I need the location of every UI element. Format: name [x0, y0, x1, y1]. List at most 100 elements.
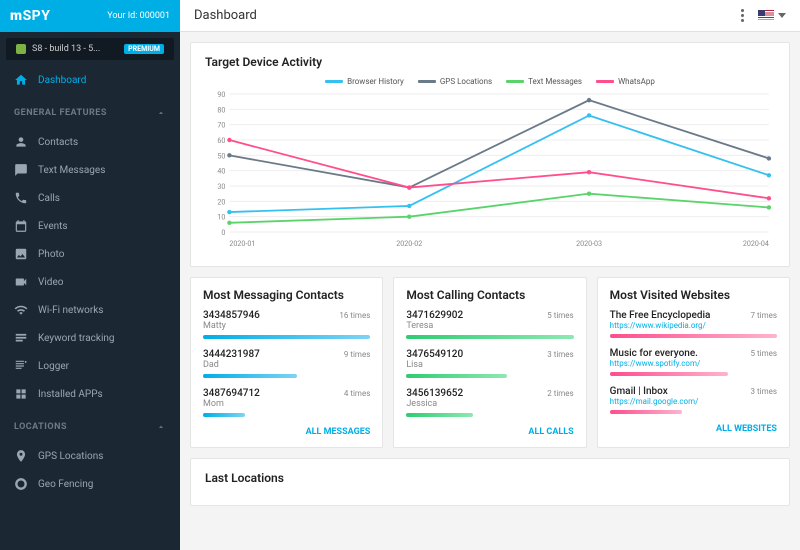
entry-sub: Dad: [203, 360, 260, 370]
entry-main: Gmail | Inbox: [610, 386, 699, 397]
card-target-activity: Target Device Activity Browser HistoryGP…: [190, 42, 790, 267]
chart-wrap: Browser HistoryGPS LocationsText Message…: [205, 77, 775, 254]
activity-chart: 01020304050607080902020-012020-022020-03…: [205, 90, 775, 250]
more-menu-button[interactable]: [737, 5, 748, 26]
svg-text:40: 40: [217, 167, 225, 176]
wi-fi-networks-icon: [14, 303, 28, 317]
legend-item: WhatsApp: [596, 77, 655, 86]
entry-count: 3 times: [751, 387, 777, 396]
svg-text:90: 90: [217, 90, 225, 99]
nav-dashboard[interactable]: Dashboard: [0, 66, 180, 94]
svg-text:2020-04: 2020-04: [743, 239, 769, 248]
nav-general-calls[interactable]: Calls: [0, 184, 180, 212]
calls-icon: [14, 191, 28, 205]
entry-bar: [610, 410, 682, 414]
section-locations[interactable]: LOCATIONS: [0, 414, 180, 436]
list-item: 3434857946Matty16 times: [203, 310, 370, 339]
entry-link[interactable]: https://www.spotify.com/: [610, 359, 701, 368]
list-item: Gmail | Inboxhttps://mail.google.com/3 t…: [610, 386, 777, 414]
nav-label: GPS Locations: [38, 451, 103, 462]
all-messages-link[interactable]: ALL MESSAGES: [203, 427, 370, 437]
nav-general-events[interactable]: Events: [0, 212, 180, 240]
chevron-up-icon: [156, 108, 166, 118]
svg-text:70: 70: [217, 121, 225, 130]
card-calling: Most Calling Contacts 3471629902Teresa 5 …: [393, 277, 586, 448]
nav-general-wi-fi-networks[interactable]: Wi-Fi networks: [0, 296, 180, 324]
section-general-features[interactable]: GENERAL FEATURES: [0, 100, 180, 122]
nav-general-contacts[interactable]: Contacts: [0, 128, 180, 156]
websites-list: The Free Encyclopediahttps://www.wikiped…: [610, 310, 777, 414]
entry-main: 3456139652: [406, 388, 463, 399]
card-websites: Most Visited Websites The Free Encyclope…: [597, 277, 790, 448]
svg-text:60: 60: [217, 136, 225, 145]
entry-sub: Teresa: [406, 321, 463, 331]
header: Dashboard: [180, 0, 800, 32]
svg-text:0: 0: [221, 228, 225, 237]
device-selector[interactable]: S8 - build 13 - 5... PREMIUM: [6, 38, 174, 60]
list-item: The Free Encyclopediahttps://www.wikiped…: [610, 310, 777, 338]
nav-locations-list: GPS Locations Geo Fencing: [0, 436, 180, 504]
card-title: Last Locations: [205, 471, 775, 485]
nav-label: Photo: [38, 249, 64, 260]
svg-text:20: 20: [217, 197, 225, 206]
legend-item: Text Messages: [506, 77, 582, 86]
all-calls-link[interactable]: ALL CALLS: [406, 427, 573, 437]
card-title: Most Calling Contacts: [406, 288, 573, 302]
entry-main: 3476549120: [406, 349, 463, 360]
android-icon: [16, 44, 26, 54]
all-websites-link[interactable]: ALL WEBSITES: [610, 424, 777, 434]
entry-link[interactable]: https://mail.google.com/: [610, 397, 699, 406]
entry-count: 2 times: [547, 389, 573, 398]
svg-text:30: 30: [217, 182, 225, 191]
nav-general-text-messages[interactable]: Text Messages: [0, 156, 180, 184]
language-selector[interactable]: [758, 10, 786, 21]
calling-list: 3471629902Teresa5 times3476549120Lisa3 t…: [406, 310, 573, 417]
nav-general-keyword-tracking[interactable]: Keyword tracking: [0, 324, 180, 352]
photo-icon: [14, 247, 28, 261]
entry-main: Music for everyone.: [610, 348, 701, 359]
nav-location-geo-fencing[interactable]: Geo Fencing: [0, 470, 180, 498]
entry-sub: Lisa: [406, 360, 463, 370]
geo-fencing-icon: [14, 477, 28, 491]
nav-general-logger[interactable]: Logger: [0, 352, 180, 380]
nav-label: Dashboard: [38, 75, 86, 86]
entry-link[interactable]: https://www.wikipedia.org/: [610, 321, 711, 330]
nav-label: Keyword tracking: [38, 333, 115, 344]
svg-text:80: 80: [217, 105, 225, 114]
chevron-up-icon: [156, 422, 166, 432]
user-id-label: Your Id: 000001: [107, 11, 170, 21]
svg-text:50: 50: [217, 151, 225, 160]
us-flag-icon: [758, 10, 774, 21]
entry-bar: [406, 374, 506, 378]
entry-count: 5 times: [751, 349, 777, 358]
entry-sub: Jessica: [406, 399, 463, 409]
nav-general-video[interactable]: Video: [0, 268, 180, 296]
entry-bar: [610, 334, 777, 338]
events-icon: [14, 219, 28, 233]
list-item: Music for everyone.https://www.spotify.c…: [610, 348, 777, 376]
sidebar: mSPY Your Id: 000001 S8 - build 13 - 5..…: [0, 0, 180, 550]
nav-label: Video: [38, 277, 63, 288]
svg-text:2020-01: 2020-01: [229, 239, 255, 248]
entry-main: 3434857946: [203, 310, 260, 321]
nav-general-installed-apps[interactable]: Installed APPs: [0, 380, 180, 408]
nav-label: Contacts: [38, 137, 78, 148]
entry-main: 3471629902: [406, 310, 463, 321]
caret-down-icon: [778, 13, 786, 18]
page-title: Dashboard: [194, 8, 257, 23]
entry-count: 5 times: [547, 311, 573, 320]
nav-general-photo[interactable]: Photo: [0, 240, 180, 268]
list-item: 3444231987Dad9 times: [203, 349, 370, 378]
entry-bar: [203, 413, 245, 417]
logo: mSPY: [10, 8, 50, 24]
messaging-list: 3434857946Matty16 times 3444231987Dad9 ti…: [203, 310, 370, 417]
nav-location-gps-locations[interactable]: GPS Locations: [0, 442, 180, 470]
stats-row: Most Messaging Contacts 3434857946Matty1…: [190, 277, 790, 458]
header-actions: [737, 5, 786, 26]
sidebar-top-bar: mSPY Your Id: 000001: [0, 0, 180, 32]
entry-count: 16 times: [339, 311, 370, 320]
legend-item: Browser History: [325, 77, 404, 86]
nav-label: Text Messages: [38, 165, 105, 176]
nav-label: Installed APPs: [38, 389, 103, 400]
nav-general-list: Contacts Text Messages CallsEvents Photo Vid…: [0, 122, 180, 414]
